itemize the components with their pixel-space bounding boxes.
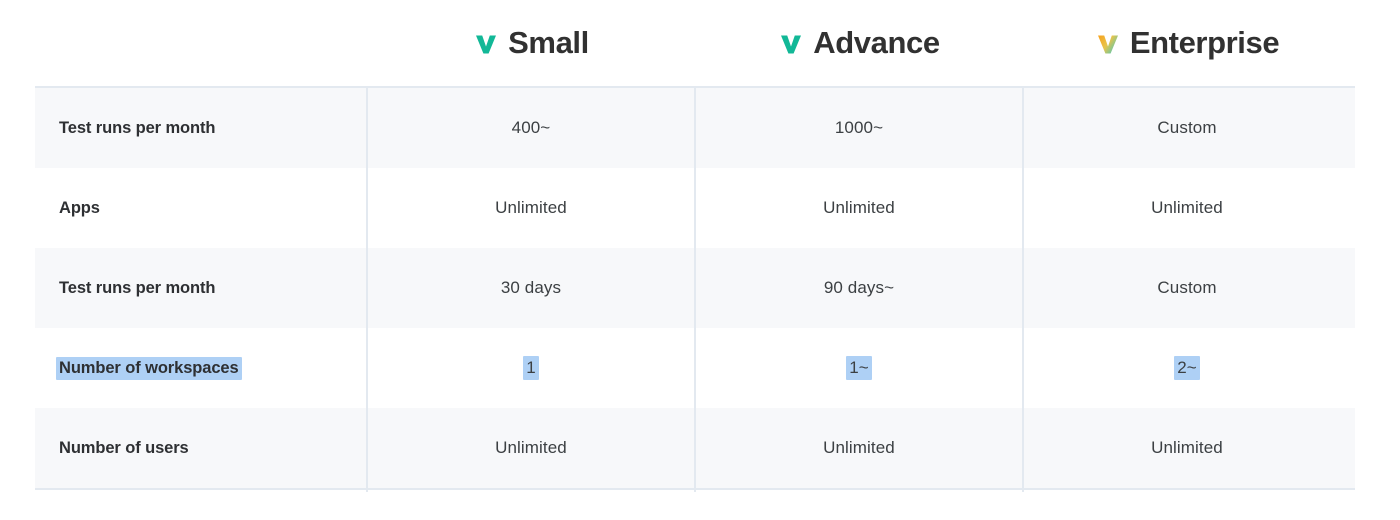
value-cell-small: 30 days (367, 248, 695, 328)
value-cell-advance: 1000~ (695, 88, 1023, 168)
plan-name-label: Advance (813, 25, 940, 60)
value-cell-small: 400~ (367, 88, 695, 168)
value-cell-enterprise: Unlimited (1023, 168, 1351, 248)
value-cell-advance: 1~ (695, 328, 1023, 408)
feature-label: Number of users (59, 438, 189, 457)
feature-cell: Test runs per month (35, 88, 367, 168)
cell-value: Unlimited (1151, 198, 1223, 217)
feature-label: Test runs per month (59, 278, 216, 297)
cell-value: Unlimited (495, 438, 567, 457)
cell-value: 1~ (846, 356, 872, 380)
cell-value: Custom (1157, 118, 1217, 137)
cell-value: 1 (523, 356, 539, 380)
table-body: Test runs per month 400~ 1000~ Custom Ap… (35, 86, 1355, 492)
feature-cell: Number of users (35, 408, 367, 488)
cell-value: 30 days (500, 278, 562, 297)
table-row: Apps Unlimited Unlimited Unlimited (35, 168, 1355, 248)
feature-cell: Number of workspaces (35, 328, 367, 408)
cell-value: Unlimited (823, 438, 895, 457)
cell-value: Unlimited (495, 198, 567, 217)
cell-value: Unlimited (1151, 438, 1223, 457)
value-cell-enterprise: Unlimited (1023, 408, 1351, 488)
value-cell-advance: Unlimited (695, 408, 1023, 488)
plan-header-enterprise: Enterprise (1023, 0, 1351, 86)
feature-label: Test runs per month (59, 118, 216, 137)
value-cell-enterprise: 2~ (1023, 328, 1351, 408)
feature-cell: Test runs per month (35, 248, 367, 328)
checkmark-icon (781, 35, 802, 54)
feature-cell: Apps (35, 168, 367, 248)
plan-name-label: Enterprise (1129, 25, 1280, 60)
value-cell-small: Unlimited (367, 408, 695, 488)
value-cell-enterprise: Custom (1023, 88, 1351, 168)
table-row: Number of users Unlimited Unlimited Unli… (35, 408, 1355, 488)
pricing-comparison-table: Small Advance Enterprise Test runs per m… (35, 0, 1355, 500)
plan-header-small: Small (367, 0, 695, 86)
feature-label: Apps (59, 198, 100, 217)
cell-value: 2~ (1174, 356, 1200, 380)
cell-value: Custom (1157, 278, 1217, 297)
table-header-row: Small Advance Enterprise (35, 0, 1355, 86)
table-row: Test runs per month 30 days 90 days~ Cus… (35, 248, 1355, 328)
feature-label: Number of workspaces (56, 356, 242, 380)
cell-value: 90 days~ (823, 278, 895, 297)
checkmark-icon (1097, 35, 1118, 54)
checkmark-icon (476, 35, 497, 54)
value-cell-small: 1 (367, 328, 695, 408)
header-feature-column (35, 0, 367, 86)
table-row-selected: Number of workspaces 1 1~ 2~ (35, 328, 1355, 408)
value-cell-small: Unlimited (367, 168, 695, 248)
plan-name-label: Small (508, 25, 589, 60)
value-cell-advance: 90 days~ (695, 248, 1023, 328)
plan-header-advance: Advance (695, 0, 1023, 86)
table-row: Test runs per month 400~ 1000~ Custom (35, 88, 1355, 168)
cell-value: Unlimited (823, 198, 895, 217)
value-cell-advance: Unlimited (695, 168, 1023, 248)
value-cell-enterprise: Custom (1023, 248, 1351, 328)
cell-value: 1000~ (834, 118, 884, 137)
cell-value: 400~ (511, 118, 551, 137)
